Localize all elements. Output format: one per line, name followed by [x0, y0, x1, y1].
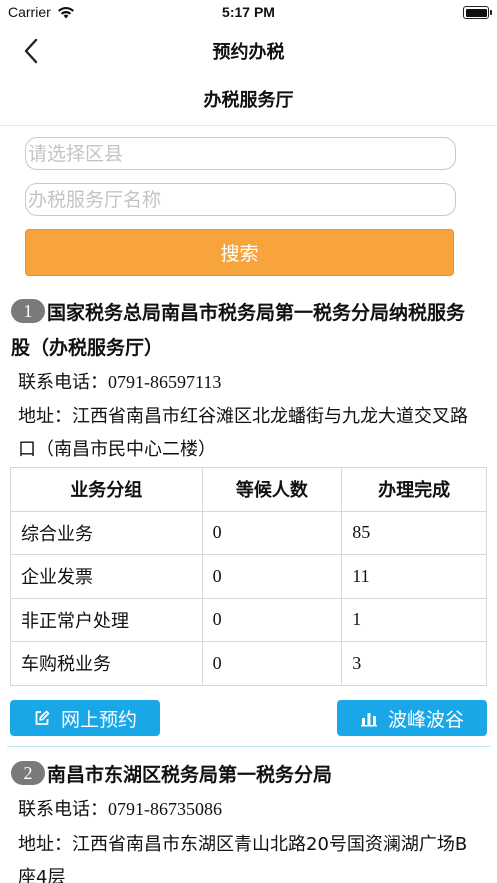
- phone-label: 联系电话：: [18, 799, 108, 820]
- battery-icon: [463, 6, 492, 19]
- table-row: 综合业务 0 85: [10, 510, 487, 555]
- bar-chart-icon: [360, 713, 377, 727]
- header-completed-count: 办理完成: [341, 467, 487, 512]
- cell-done: 11: [341, 554, 487, 599]
- peak-valley-button[interactable]: 波峰波谷: [337, 700, 487, 736]
- nav-bar: 预约办税: [0, 26, 497, 76]
- cell-group: 企业发票: [10, 554, 203, 599]
- cell-done: 3: [341, 641, 487, 686]
- header-business-group: 业务分组: [10, 467, 203, 512]
- district-select-input[interactable]: [25, 137, 456, 170]
- phone-number[interactable]: 0791-86735086: [108, 799, 222, 819]
- cell-done: 85: [341, 510, 487, 555]
- address-label: 地址：: [18, 406, 72, 427]
- hall-index-badge: 1: [11, 299, 45, 323]
- cell-waiting: 0: [201, 554, 343, 599]
- hall-phone-line: 联系电话：0791-86597113: [18, 366, 480, 399]
- address-text: 江西省南昌市东湖区青山北路20号国资澜湖广场B座4层: [18, 834, 468, 883]
- table-row: 车购税业务 0 3: [10, 641, 487, 686]
- peak-valley-label: 波峰波谷: [387, 708, 464, 731]
- hall-title[interactable]: 2 南昌市东湖区税务局第一税务分局: [11, 758, 481, 793]
- table-header-row: 业务分组 等候人数 办理完成: [10, 467, 487, 512]
- phone-label: 联系电话：: [18, 372, 108, 393]
- status-time: 5:17 PM: [222, 4, 275, 20]
- address-text: 江西省南昌市红谷滩区北龙蟠街与九龙大道交叉路口（南昌市民中心二楼）: [18, 406, 468, 460]
- hall-address-line: 地址：江西省南昌市东湖区青山北路20号国资澜湖广场B座4层: [18, 828, 480, 883]
- hall-phone-line: 联系电话：0791-86735086: [18, 793, 480, 826]
- table-row: 非正常户处理 0 1: [10, 597, 487, 642]
- search-button[interactable]: 搜索: [25, 229, 454, 276]
- table-row: 企业发票 0 11: [10, 554, 487, 599]
- status-bar: Carrier 5:17 PM: [0, 0, 497, 26]
- page-title: 预约办税: [212, 42, 285, 63]
- cell-waiting: 0: [201, 597, 343, 642]
- phone-number[interactable]: 0791-86597113: [108, 372, 221, 392]
- cell-waiting: 0: [201, 510, 343, 555]
- hall-address-line: 地址：江西省南昌市红谷滩区北龙蟠街与九龙大道交叉路口（南昌市民中心二楼）: [18, 400, 480, 466]
- hall-name-input[interactable]: [25, 183, 456, 216]
- hall-divider: [7, 746, 491, 747]
- cell-group: 综合业务: [10, 510, 203, 555]
- business-table: 业务分组 等候人数 办理完成 综合业务 0 85 企业发票 0 11 非正常户处…: [10, 467, 487, 686]
- cell-group: 非正常户处理: [10, 597, 203, 642]
- cell-done: 1: [341, 597, 487, 642]
- online-booking-button[interactable]: 网上预约: [10, 700, 160, 736]
- hall-name: 国家税务总局南昌市税务局第一税务分局纳税服务股（办税服务厅）: [11, 302, 466, 359]
- cell-group: 车购税业务: [10, 641, 203, 686]
- section-title: 办税服务厅: [0, 76, 497, 126]
- address-label: 地址：: [18, 834, 72, 855]
- online-booking-label: 网上预约: [60, 708, 137, 731]
- hall-index-badge: 2: [11, 761, 45, 785]
- header-waiting-count: 等候人数: [201, 467, 343, 512]
- edit-icon: [35, 710, 50, 725]
- hall-title[interactable]: 1 国家税务总局南昌市税务局第一税务分局纳税服务股（办税服务厅）: [11, 296, 481, 366]
- search-button-label: 搜索: [220, 243, 259, 265]
- cell-waiting: 0: [201, 641, 343, 686]
- hall-name: 南昌市东湖区税务局第一税务分局: [47, 764, 333, 786]
